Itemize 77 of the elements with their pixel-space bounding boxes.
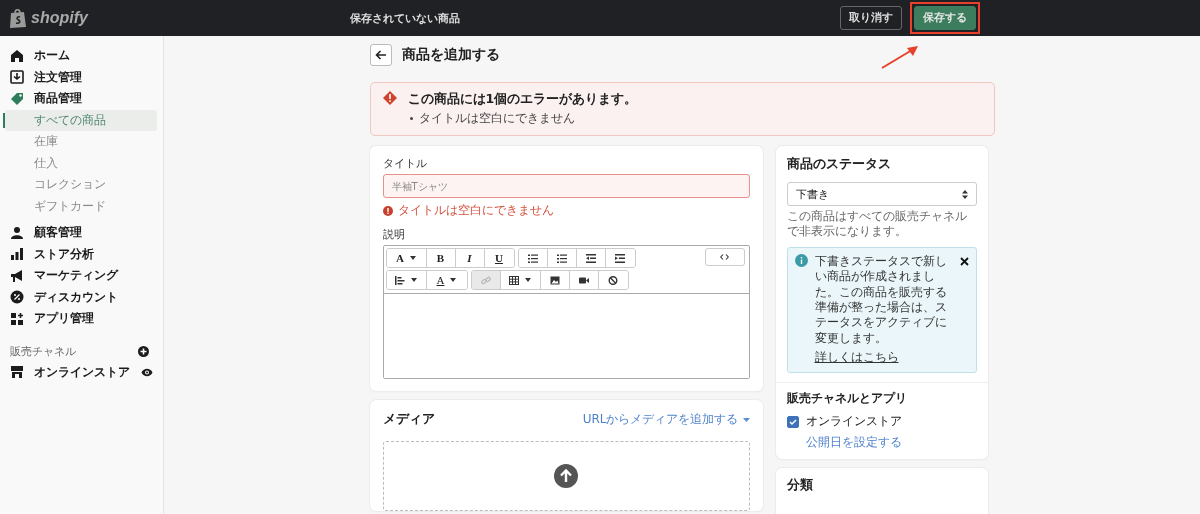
error-item: タイトルは空白にできません bbox=[418, 110, 575, 127]
page-title: 商品を追加する bbox=[401, 46, 500, 64]
save-button[interactable]: 保存する bbox=[914, 6, 976, 30]
nav-subitem[interactable]: すべての商品 bbox=[5, 109, 157, 131]
tag-icon bbox=[10, 91, 24, 106]
info-icon bbox=[794, 254, 808, 267]
bullets-icon bbox=[527, 253, 538, 263]
nav-item[interactable]: マーケティング bbox=[0, 265, 163, 287]
notice-text: 下書きステータスで新しい商品が作成されました。この商品を販売する準備が整った場合は、ステータスをアクティブに変更します。 bbox=[814, 254, 948, 347]
status-select[interactable]: 下書き bbox=[786, 182, 977, 206]
page-status-title: 保存されていない商品 bbox=[350, 10, 461, 26]
annotation-arrow bbox=[880, 44, 920, 70]
add-media-url-link[interactable]: URLからメディアを追加する bbox=[582, 411, 750, 428]
section-heading: 販売チャネル bbox=[10, 344, 76, 359]
title-input[interactable]: 半袖Tシャツ bbox=[382, 174, 750, 198]
nav-item[interactable]: アプリ管理 bbox=[0, 308, 163, 330]
numbers-icon bbox=[556, 253, 567, 263]
back-arrow-icon bbox=[374, 50, 387, 60]
code-icon bbox=[720, 254, 729, 260]
field-label: 説明 bbox=[382, 227, 406, 242]
card-title: 商品のステータス bbox=[786, 156, 892, 173]
caret-icon bbox=[742, 417, 750, 422]
chart-icon bbox=[10, 247, 24, 262]
megaphone-icon bbox=[10, 268, 24, 283]
close-icon[interactable] bbox=[959, 257, 969, 266]
checkbox[interactable] bbox=[786, 415, 799, 428]
nav-item[interactable]: オンラインストア bbox=[0, 361, 163, 383]
schedule-link[interactable]: 公開日を設定する bbox=[805, 434, 977, 452]
image-icon bbox=[549, 275, 560, 285]
error-icon bbox=[382, 205, 393, 216]
apps-icon bbox=[10, 311, 24, 326]
card-title: メディア bbox=[382, 411, 435, 428]
align-tool[interactable] bbox=[386, 271, 427, 289]
video-icon bbox=[578, 275, 589, 285]
nav-item[interactable]: ホーム bbox=[0, 45, 163, 67]
select-arrows-icon bbox=[961, 189, 968, 199]
clear-icon bbox=[608, 275, 618, 285]
help-text: この商品はすべての販売チャネルで非表示になります。 bbox=[786, 209, 968, 239]
section-title: 販売チャネルとアプリ bbox=[786, 390, 908, 408]
link-icon bbox=[480, 275, 491, 285]
check-icon bbox=[788, 418, 797, 425]
add-icon[interactable] bbox=[138, 346, 149, 357]
indent-icon bbox=[615, 253, 625, 263]
error-icon bbox=[382, 91, 397, 105]
discount-icon bbox=[10, 290, 24, 305]
person-icon bbox=[10, 225, 24, 240]
nav-item[interactable]: 商品管理 bbox=[0, 88, 163, 110]
error-title: この商品には1個のエラーがあります。 bbox=[407, 91, 638, 108]
align-icon bbox=[395, 275, 405, 285]
nav-subitem[interactable]: コレクション bbox=[5, 174, 157, 196]
card-title: 分類 bbox=[786, 477, 814, 495]
cancel-button[interactable]: 取り消す bbox=[840, 6, 902, 30]
code-view-tool[interactable] bbox=[704, 248, 745, 266]
bullets-tool[interactable] bbox=[518, 249, 548, 267]
learn-more-link[interactable]: 詳しくはこちら bbox=[814, 350, 899, 365]
outdent-icon bbox=[585, 253, 596, 263]
nav-item[interactable]: ストア分析 bbox=[0, 243, 163, 265]
error-message: タイトルは空白にできません bbox=[397, 202, 554, 219]
back-button[interactable] bbox=[369, 44, 392, 66]
checkbox-label: オンラインストア bbox=[805, 413, 902, 431]
shopping-bag-icon bbox=[10, 8, 27, 28]
nav-subitem[interactable]: 仕入 bbox=[5, 152, 157, 174]
eye-icon[interactable] bbox=[141, 367, 153, 377]
nav-item[interactable]: ディスカウント bbox=[0, 286, 163, 308]
field-label: タイトル bbox=[382, 156, 428, 171]
nav-subitem[interactable]: ギフトカード bbox=[5, 195, 157, 217]
home-icon bbox=[10, 48, 24, 63]
logo-text: shopify bbox=[31, 9, 88, 27]
orders-icon bbox=[10, 70, 24, 85]
bullet-icon bbox=[409, 117, 413, 120]
store-icon bbox=[10, 365, 24, 380]
nav-item[interactable]: 顧客管理 bbox=[0, 222, 163, 244]
text-tool[interactable]: A bbox=[386, 249, 427, 267]
nav-subitem[interactable]: 在庫 bbox=[5, 131, 157, 153]
upload-icon bbox=[554, 464, 578, 488]
table-icon bbox=[509, 275, 519, 285]
nav-item[interactable]: 注文管理 bbox=[0, 66, 163, 88]
